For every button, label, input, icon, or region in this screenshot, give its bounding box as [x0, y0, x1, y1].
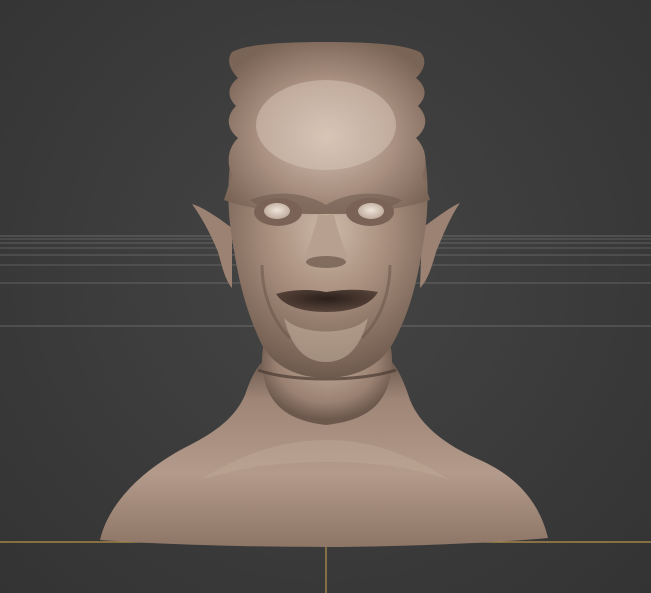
- bust-forehead-highlight: [256, 80, 396, 170]
- 3d-viewport[interactable]: [0, 0, 651, 593]
- bust-left-eye: [264, 203, 290, 219]
- viewport-axis: [0, 541, 651, 593]
- bust-nostrils: [306, 256, 346, 268]
- sculpt-head-bust-icon[interactable]: [100, 42, 548, 547]
- viewport-scene[interactable]: [0, 0, 651, 593]
- bust-right-eye: [358, 203, 384, 219]
- bust-left-ear: [192, 204, 232, 288]
